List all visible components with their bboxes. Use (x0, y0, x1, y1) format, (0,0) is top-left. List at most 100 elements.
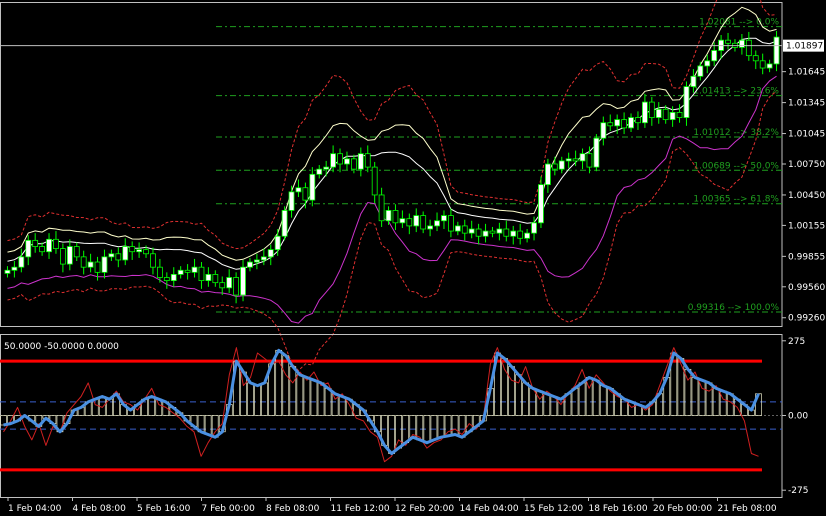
cci-histogram-bar (501, 358, 508, 416)
candle-body (635, 117, 641, 124)
candle-body (32, 239, 39, 247)
cci-histogram-bar (578, 382, 586, 416)
candle-body (641, 101, 648, 124)
candle-body (274, 235, 281, 251)
candle-body (316, 168, 323, 175)
candle-body (150, 253, 156, 268)
price-tick-label: 1.00155 (788, 221, 825, 231)
x-tick-label: 15 Feb 12:00 (524, 504, 583, 514)
candle-body (531, 222, 537, 234)
candle-body (385, 210, 392, 222)
x-tick-label: 18 Feb 16:00 (589, 504, 648, 514)
red-lower-envelope (7, 90, 777, 372)
candle-body (607, 122, 614, 127)
candle-body (191, 266, 198, 273)
candle-body (39, 246, 46, 253)
candle-body (357, 153, 364, 170)
cci-histogram-bar (240, 371, 247, 416)
candle-body (447, 215, 454, 232)
candle-body (364, 153, 371, 168)
candle-body (461, 225, 468, 234)
current-price-label: 1.01897 (786, 42, 823, 52)
candle-body (406, 218, 413, 227)
candle-body (690, 75, 697, 88)
candle-body (655, 108, 662, 118)
cci-histogram-bar (599, 385, 607, 416)
candle-body (468, 228, 475, 234)
candle-body (510, 230, 517, 237)
candle-body (323, 166, 330, 170)
candle-body (752, 55, 759, 62)
cci-histogram-bar (437, 415, 445, 438)
trading-chart: 1.01645 1.01345 1.01045 1.00750 1.00450 1.001… (0, 0, 825, 514)
candle-body (378, 194, 385, 222)
candle-body (4, 269, 11, 274)
cci-histogram-bar (388, 415, 395, 454)
candle-body (295, 187, 302, 193)
candle-body (101, 256, 108, 273)
candle-body (662, 108, 669, 121)
indicator-tick-label: 0.00 (788, 412, 808, 422)
cci-histogram-bar (303, 377, 311, 416)
candle-body (551, 163, 558, 170)
price-tick-label: 1.00450 (788, 191, 825, 201)
candle-body (725, 39, 731, 44)
candle-body (586, 153, 593, 168)
candle-body (177, 269, 184, 275)
price-pane[interactable]: 1.01645 1.01345 1.01045 1.00750 1.00450 1.001… (0, 0, 825, 372)
candle-body (212, 274, 219, 284)
candle-body (621, 119, 628, 129)
candle-body (18, 256, 25, 268)
cci-histogram-bar (451, 415, 459, 435)
cci-histogram-bar (677, 358, 685, 416)
candle-body (745, 39, 752, 57)
fib-level-label: 1.00365 --> 61.8% (693, 195, 779, 205)
candle-body (163, 277, 170, 281)
indicator-pane[interactable]: 275 0.00 -275 (0, 334, 808, 498)
cci-histogram-bar (705, 382, 713, 416)
candle-body (240, 266, 246, 296)
cci-histogram-bar (289, 366, 297, 416)
cci-histogram-bar (254, 385, 261, 416)
cci-histogram-bar (395, 415, 402, 449)
price-tick-label: 1.01645 (788, 68, 825, 78)
price-tick-label: 1.01045 (788, 130, 825, 140)
candle-body (205, 274, 212, 281)
candle-body (579, 153, 586, 162)
candle-body (482, 230, 489, 237)
candle-body (697, 65, 704, 77)
candle-body (738, 39, 745, 48)
candle-body (108, 253, 115, 258)
fib-level-label: 1.01413 --> 23.6% (693, 87, 779, 97)
candle-body (669, 112, 676, 121)
cci-histogram-bar (543, 393, 551, 416)
price-tick-label: 1.00750 (788, 160, 825, 170)
candle-body (233, 277, 240, 296)
candle-body (711, 50, 718, 62)
cci-histogram-bar (148, 396, 156, 416)
x-tick-label: 21 Feb 08:00 (718, 504, 777, 514)
candle-body (156, 266, 163, 278)
candle-body (454, 225, 461, 232)
candle-body (441, 215, 447, 222)
price-tick-label: 1.01345 (788, 99, 825, 109)
cci-histogram-bar (310, 379, 318, 416)
x-tick-label: 20 Feb 00:00 (653, 504, 712, 514)
candle-body (53, 238, 59, 250)
candle-body (503, 228, 510, 237)
candle-body (87, 261, 94, 268)
x-axis: 1 Feb 04:00 4 Feb 08:00 5 Feb 16:00 7 Feb 0… (7, 497, 777, 514)
cci-histogram-bar (444, 415, 452, 437)
candle-body (371, 166, 378, 196)
candle-body (337, 153, 343, 165)
cci-histogram-bar (338, 396, 346, 416)
candle-body (247, 261, 253, 268)
cci-histogram-bar (536, 390, 544, 416)
x-tick-label: 4 Feb 08:00 (73, 504, 127, 514)
candle-body (73, 246, 80, 258)
candle-body (184, 269, 191, 273)
x-tick-label: 12 Feb 20:00 (395, 504, 454, 514)
candle-body (766, 63, 773, 69)
price-tick-label: 0.99560 (788, 283, 825, 293)
indicator-header: 50.0000 -50.0000 0.0000 (4, 342, 119, 352)
